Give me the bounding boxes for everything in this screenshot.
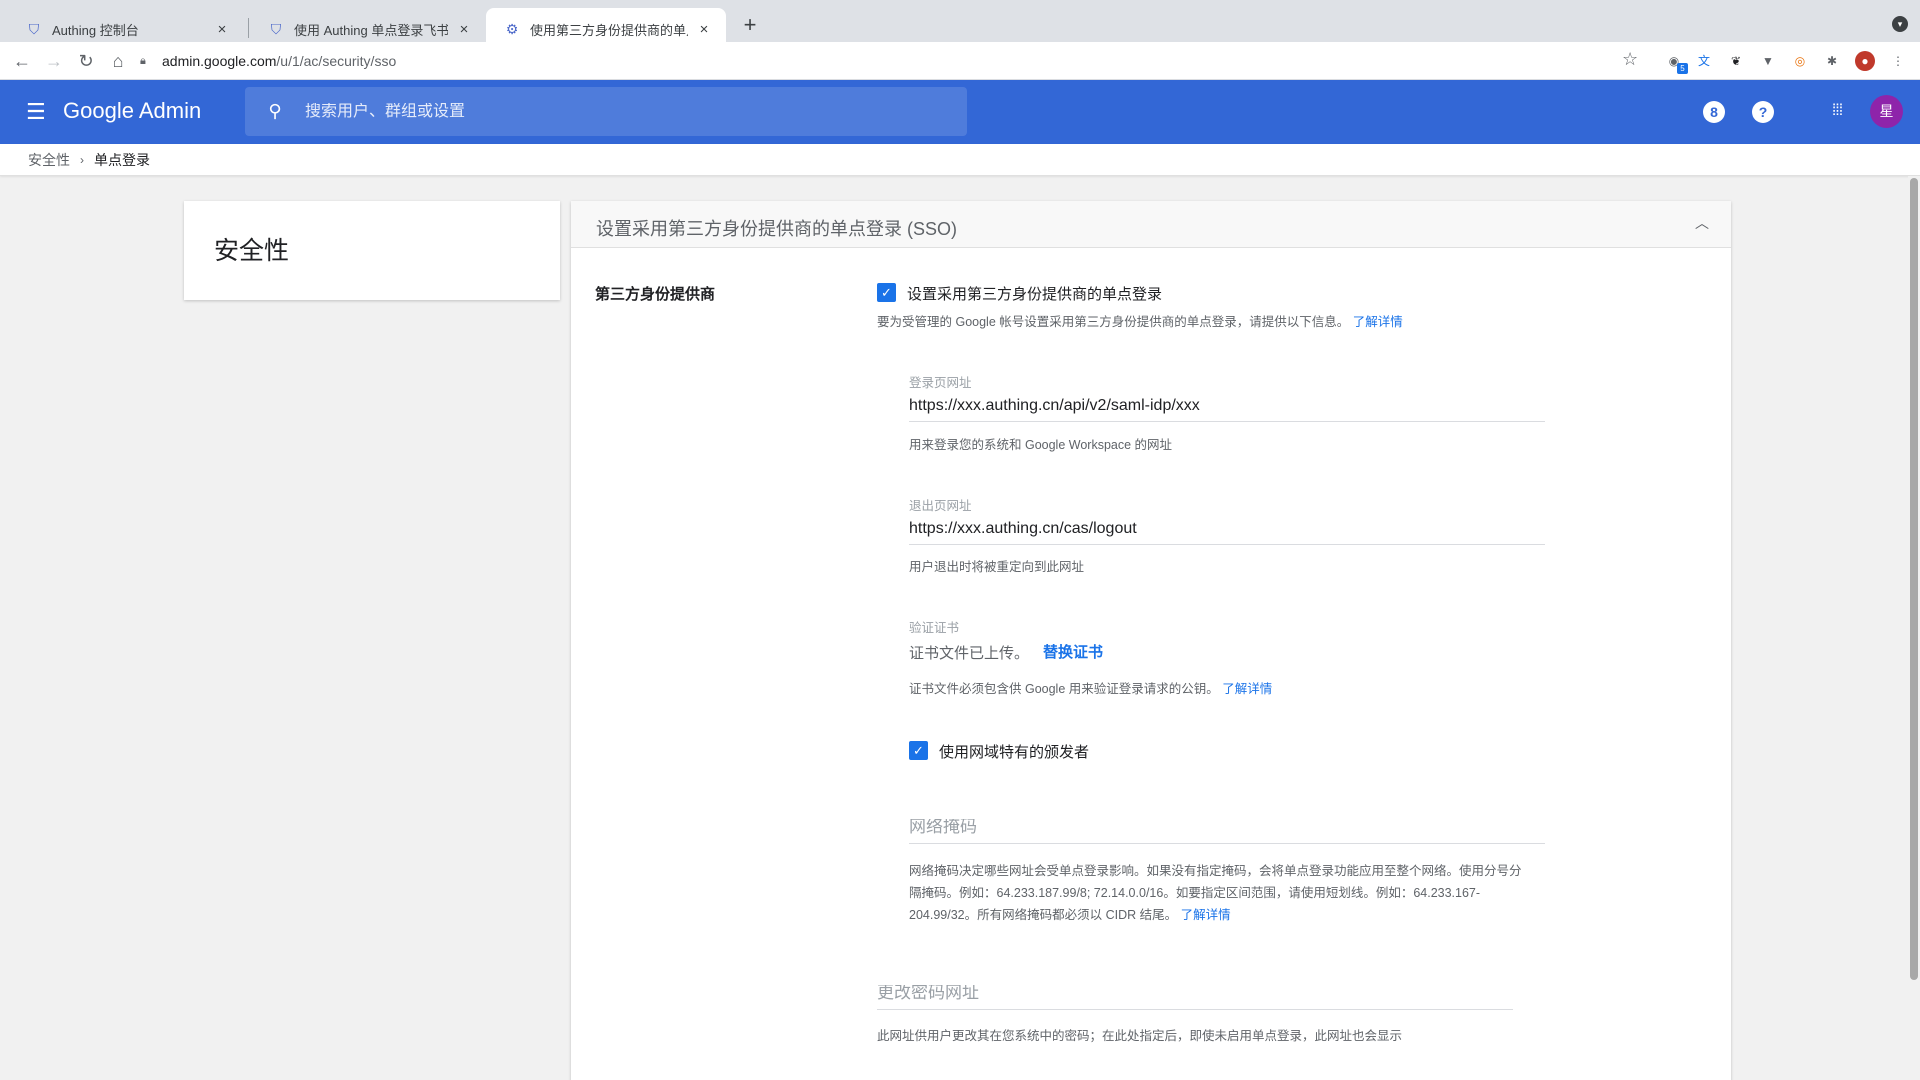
admin-header: ☰ Google Admin ⚲ 8 ? ⁞⁞⁞ 星 — [0, 80, 1920, 144]
account-avatar[interactable]: 星 — [1870, 95, 1903, 128]
search-input[interactable] — [305, 102, 905, 121]
enable-sso-checkbox[interactable]: ✓ — [877, 283, 896, 302]
profile-avatar[interactable]: ● — [1855, 51, 1875, 71]
brand-admin: Admin — [138, 98, 202, 123]
home-icon[interactable]: ⌂ — [106, 49, 130, 73]
signout-url-field[interactable] — [909, 520, 1545, 545]
signout-url-hint: 用户退出时将被重定向到此网址 — [909, 560, 1085, 574]
reload-icon[interactable]: ↻ — [74, 49, 98, 73]
chevron-up-icon[interactable]: ︿ — [1695, 213, 1709, 233]
extension-badge: 5 — [1677, 63, 1688, 74]
replace-certificate-link[interactable]: 替换证书 — [1043, 641, 1103, 662]
notifications-icon[interactable]: 8 — [1703, 101, 1725, 123]
tab-label: 使用 Authing 单点登录飞书 | Authing 文档 — [294, 22, 448, 38]
brand-google: Google — [63, 98, 134, 123]
extension-color-icon[interactable]: ◎ — [1790, 51, 1810, 71]
netmask-hint-line-2: 隔掩码。例如：64.233.187.99/8; 72.14.0.0/16。如要指… — [909, 886, 1481, 900]
security-side-card: 安全性 — [184, 201, 560, 300]
shield-icon: ⛉ — [28, 21, 40, 37]
sso-card-title: 设置采用第三方身份提供商的单点登录 (SSO) — [596, 219, 958, 239]
signout-url-label: 退出页网址 — [909, 499, 972, 513]
sso-settings-card: 设置采用第三方身份提供商的单点登录 (SSO) ︿ 第三方身份提供商 ✓ 设置采… — [571, 201, 1731, 1080]
extension-feather-icon[interactable]: ❦ — [1726, 51, 1746, 71]
signin-url-field[interactable] — [909, 397, 1545, 422]
address-bar[interactable]: 🔒︎ admin.google.com /u/1/ac/security/sso — [140, 46, 1640, 76]
signin-url-hint: 用来登录您的系统和 Google Workspace 的网址 — [909, 438, 1173, 452]
certificate-status: 证书文件已上传。 — [909, 645, 1030, 662]
enable-sso-label: 设置采用第三方身份提供商的单点登录 — [907, 286, 1163, 303]
browser-toolbar: ← → ↻ ⌂ 🔒︎ admin.google.com /u/1/ac/secu… — [0, 42, 1920, 80]
tab-label: Authing 控制台 — [52, 22, 139, 38]
bookmark-star-icon[interactable]: ☆ — [1622, 49, 1638, 70]
lock-icon: 🔒︎ — [140, 54, 146, 67]
side-card-title: 安全性 — [214, 237, 290, 265]
breadcrumb-security[interactable]: 安全性 — [28, 150, 70, 170]
apps-grid-icon[interactable]: ⁞⁞⁞ — [1826, 100, 1848, 122]
url-host: admin.google.com — [162, 53, 277, 69]
close-icon[interactable]: × — [456, 21, 472, 38]
learn-more-link[interactable]: 了解详情 — [1181, 908, 1231, 922]
search-icon: ⚲ — [268, 101, 282, 121]
change-password-url-field[interactable] — [877, 985, 1513, 1010]
shield-icon: ⛉ — [270, 21, 282, 37]
netmask-field[interactable] — [909, 819, 1545, 844]
more-menu-icon[interactable]: ⋮ — [1888, 51, 1908, 71]
netmask-hint: 网络掩码决定哪些网址会受单点登录影响。如果没有指定掩码，会将单点登录功能应用至整… — [909, 860, 1549, 926]
signout-url-input[interactable] — [909, 520, 1545, 544]
gear-icon: ⚙ — [505, 21, 519, 37]
close-icon[interactable]: × — [696, 21, 712, 38]
certificate-hint: 证书文件必须包含供 Google 用来验证登录请求的公钥。 了解详情 — [909, 678, 1272, 700]
help-icon[interactable]: ? — [1752, 101, 1774, 123]
enable-sso-hint-text: 要为受管理的 Google 帐号设置采用第三方身份提供商的单点登录，请提供以下信… — [877, 315, 1350, 329]
menu-icon[interactable]: ☰ — [26, 100, 46, 124]
extension-chat-icon[interactable]: ◉ 5 — [1664, 51, 1688, 74]
domain-issuer-label: 使用网域特有的颁发者 — [939, 744, 1090, 761]
netmask-hint-line-1: 网络掩码决定哪些网址会受单点登录影响。如果没有指定掩码，会将单点登录功能应用至整… — [909, 864, 1522, 878]
close-icon[interactable]: × — [214, 21, 230, 38]
tab-label: 使用第三方身份提供商的单点登录 — [530, 22, 688, 38]
certificate-hint-text: 证书文件必须包含供 Google 用来验证登录请求的公钥。 — [909, 682, 1219, 696]
url-path: /u/1/ac/security/sso — [276, 53, 397, 69]
netmask-input[interactable] — [909, 819, 1545, 843]
puzzle-icon[interactable]: ✱ — [1822, 51, 1842, 71]
search-bar[interactable]: ⚲ — [245, 87, 967, 136]
certificate-label: 验证证书 — [909, 621, 960, 635]
back-icon[interactable]: ← — [10, 49, 34, 73]
signin-url-input[interactable] — [909, 397, 1545, 421]
change-password-url-input[interactable] — [877, 985, 1513, 1009]
netmask-hint-line-3: 204.99/32。所有网络掩码都必须以 CIDR 结尾。 — [909, 908, 1178, 922]
domain-issuer-checkbox[interactable]: ✓ — [909, 741, 928, 760]
change-password-hint: 此网址供用户更改其在您系统中的密码；在此处指定后，即使未启用单点登录，此网址也会… — [877, 1029, 1403, 1043]
translate-icon[interactable]: 文 — [1694, 51, 1714, 71]
chevron-right-icon: › — [80, 152, 84, 167]
forward-icon[interactable]: → — [42, 49, 66, 73]
tab-separator — [248, 18, 249, 38]
sso-card-header[interactable]: 设置采用第三方身份提供商的单点登录 (SSO) ︿ — [571, 201, 1731, 248]
scrollbar-thumb[interactable] — [1910, 178, 1918, 980]
tab-search-icon[interactable]: ▾ — [1892, 16, 1908, 32]
section-label: 第三方身份提供商 — [595, 286, 716, 303]
breadcrumb-sso: 单点登录 — [94, 151, 150, 168]
breadcrumb: 安全性 › 单点登录 — [0, 144, 1920, 176]
new-tab-button[interactable]: + — [736, 12, 764, 40]
signin-url-label: 登录页网址 — [909, 376, 972, 390]
learn-more-link[interactable]: 了解详情 — [1222, 682, 1272, 696]
learn-more-link[interactable]: 了解详情 — [1353, 315, 1403, 329]
google-admin-logo[interactable]: Google Admin — [63, 98, 201, 124]
enable-sso-hint: 要为受管理的 Google 帐号设置采用第三方身份提供商的单点登录，请提供以下信… — [877, 311, 1403, 333]
extension-vue-icon[interactable]: ▼ — [1758, 51, 1778, 71]
